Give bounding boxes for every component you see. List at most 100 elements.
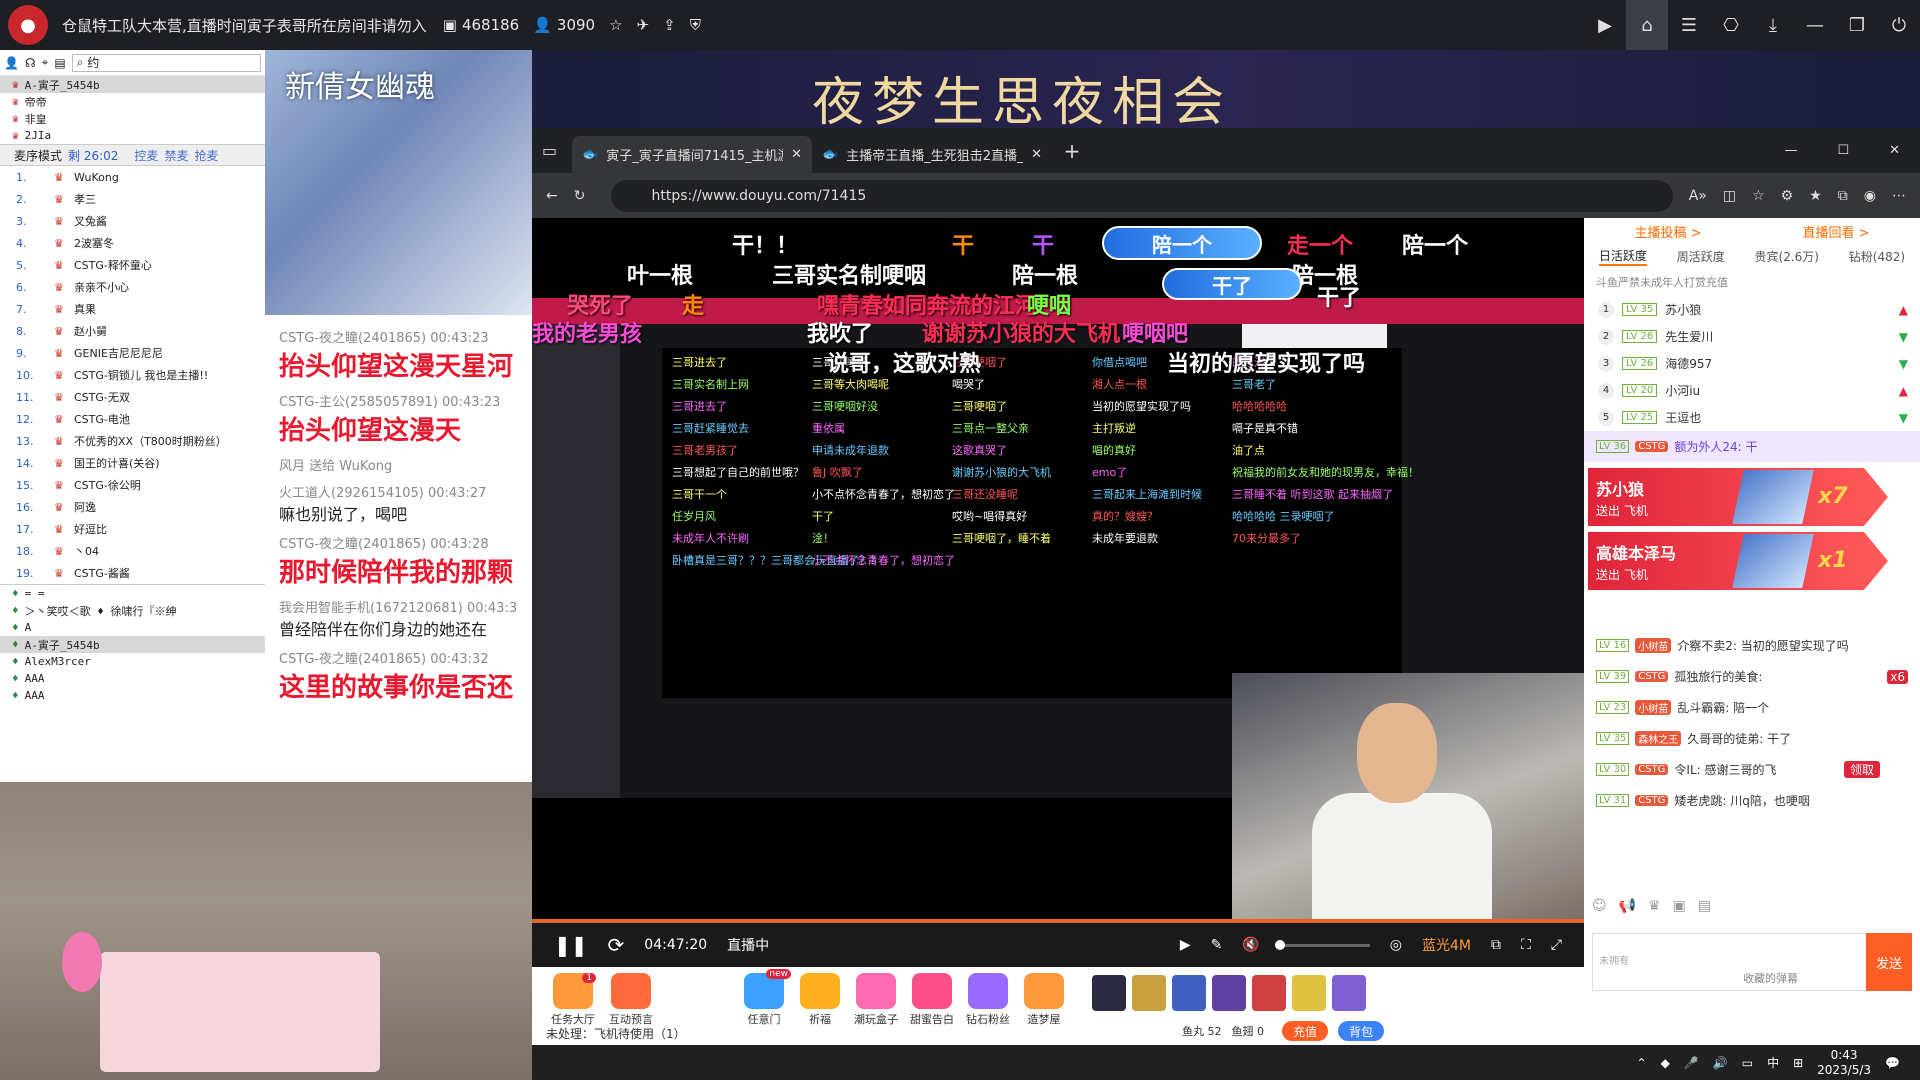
queue-item[interactable]: 14. ♛ 国王的计喜(关谷) <box>0 452 265 474</box>
queue-item[interactable]: 18. ♛ 丶04 <box>0 540 265 562</box>
favorite-icon[interactable]: ☆ <box>1752 188 1765 204</box>
url-input[interactable]: https://www.douyu.com/71415 <box>611 179 1673 212</box>
power-icon[interactable]: ⏻ <box>1878 0 1920 50</box>
charge-button[interactable]: 充值 <box>1282 1021 1328 1041</box>
fullscreen-icon[interactable]: ⤢ <box>1551 937 1562 953</box>
emoji-icon[interactable]: ☺ <box>1592 898 1607 914</box>
crown-icon[interactable]: ♛ <box>1648 898 1661 914</box>
pause-icon[interactable]: ❚❚ <box>554 933 588 957</box>
maximize-icon[interactable]: ☐ <box>1837 143 1849 158</box>
queue-item[interactable]: 9. ♛ GENIE吉尼尼尼尼 <box>0 342 265 364</box>
queue-item[interactable]: 1. ♛ WuKong <box>0 166 265 188</box>
more-icon[interactable]: ⋯ <box>1892 188 1906 204</box>
feed-item[interactable]: LV 30 CSTG 令IL: 感谢三哥的飞 领取 <box>1584 754 1920 785</box>
queue-item[interactable]: 4. ♛ 2波塞冬 <box>0 232 265 254</box>
member-item[interactable]: ♦ AlexM3rcer <box>0 653 265 670</box>
giftbar-left-item[interactable]: 互动预言 <box>604 973 658 1027</box>
queue-item[interactable]: 19. ♛ CSTG-酱酱 <box>0 562 265 584</box>
danmaku-toggle-icon[interactable]: ◎ <box>1390 937 1402 953</box>
tab-douyu-other[interactable]: 🐟 主播帝王直播_生死狙击2直播_斗 ✕ <box>812 136 1052 173</box>
new-tab-icon[interactable]: + <box>1052 139 1092 163</box>
tray-icon[interactable]: ◆ <box>1661 1056 1670 1070</box>
minimize-icon[interactable]: — <box>1784 143 1797 158</box>
queue-item[interactable]: 13. ♛ 不优秀的XX（T800时期粉丝） <box>0 430 265 452</box>
giftbar-left-item[interactable]: 任务大厅 1 <box>546 973 600 1027</box>
extensions-icon[interactable]: ⚙ <box>1781 188 1794 204</box>
feed-item[interactable]: LV 39 CSTG 孤独旅行的美食: x6 <box>1584 661 1920 692</box>
send-button[interactable]: 发送 <box>1866 933 1912 991</box>
queue-item[interactable]: 11. ♛ CSTG-无双 <box>0 386 265 408</box>
chat-meta[interactable]: 风月 送给 WuKong <box>279 455 518 474</box>
member-item[interactable]: ♦ A <box>0 619 265 636</box>
member-item[interactable]: ♦ ＞丶笑哎＜歌 ♦ 徐啸行『※绅 <box>0 602 265 619</box>
tab-diamond[interactable]: 钻粉(482) <box>1849 248 1905 265</box>
chevron-up-icon[interactable]: ⌃ <box>1637 1056 1647 1070</box>
volume-slider[interactable] <box>1274 939 1370 950</box>
grid-icon[interactable]: ⊞ <box>1793 1056 1803 1070</box>
minimize-icon[interactable]: — <box>1794 0 1836 50</box>
feed-item[interactable]: LV 23 小树苗 乱斗霸霸: 陪一个 <box>1584 692 1920 723</box>
star-icon[interactable]: ☆ <box>609 16 622 34</box>
ime-indicator[interactable]: 中 <box>1767 1054 1779 1071</box>
queue-item[interactable]: 17. ♛ 好逗比 <box>0 518 265 540</box>
gift-item[interactable] <box>1212 975 1246 1011</box>
chat-meta[interactable]: 我会用智能手机(1672120681) 00:43:3 <box>279 597 518 616</box>
queue-item[interactable]: 7. ♛ 真果 <box>0 298 265 320</box>
search-input[interactable]: ⌕ 约 <box>71 53 261 72</box>
shield-icon[interactable]: ⛨ <box>690 16 701 34</box>
refresh-icon[interactable]: ⟳ <box>608 933 625 957</box>
bag-button[interactable]: 背包 <box>1338 1021 1384 1041</box>
mode-label[interactable]: 麦序模式 <box>14 147 62 164</box>
megaphone-icon[interactable]: 📢 <box>1619 898 1636 914</box>
card-icon[interactable]: ▤ <box>1698 898 1711 914</box>
reload-icon[interactable]: ↻ <box>574 188 586 204</box>
gift-item[interactable] <box>1092 975 1126 1011</box>
restore-icon[interactable]: ❐ <box>1836 0 1878 50</box>
record-icon[interactable]: ▶ <box>1180 937 1191 953</box>
queue-item[interactable]: 5. ♛ CSTG-释怀童心 <box>0 254 265 276</box>
activity-item[interactable]: 潮玩盒子 <box>849 973 903 1027</box>
badge-icon[interactable]: ▣ <box>1673 898 1686 914</box>
rank-item[interactable]: 2 LV 26 先生爱川 ▼ <box>1584 323 1920 350</box>
network-icon[interactable]: ▭ <box>1742 1056 1753 1070</box>
quality-select[interactable]: 蓝光4M <box>1422 935 1471 955</box>
read-aloud-icon[interactable]: A» <box>1689 188 1707 204</box>
favorites-icon[interactable]: ★ <box>1809 188 1822 204</box>
chat-meta[interactable]: CSTG-主公(2585057891) 00:43:23 <box>279 391 518 410</box>
mic-control-link[interactable]: 控麦 <box>134 147 158 164</box>
rank-item[interactable]: 3 LV 26 海德957 ▼ <box>1584 350 1920 377</box>
collected-danmaku[interactable]: 收藏的弹幕 <box>1743 970 1798 986</box>
gift-item[interactable] <box>1132 975 1166 1011</box>
activity-item[interactable]: 甜蜜告白 <box>905 973 959 1027</box>
chat-meta[interactable]: 火工道人(2926154105) 00:43:27 <box>279 482 518 501</box>
feed-item[interactable]: LV 16 小树苗 介察不卖2: 当初的愿望实现了吗 <box>1584 630 1920 661</box>
rank-item[interactable]: 5 LV 25 王逗也 ▼ <box>1584 404 1920 431</box>
queue-item[interactable]: 16. ♛ 阿逸 <box>0 496 265 518</box>
feed-item[interactable]: LV 31 CSTG 矮老虎跳: 川q陪，也哽咽 <box>1584 785 1920 816</box>
member-item[interactable]: ♦ AAA <box>0 687 265 704</box>
tab-weekly[interactable]: 周活跃度 <box>1677 248 1725 265</box>
mic-ban-link[interactable]: 禁麦 <box>164 147 188 164</box>
rank-item[interactable]: 4 LV 20 小河iu ▲ <box>1584 377 1920 404</box>
mic-grab-link[interactable]: 抢麦 <box>194 147 218 164</box>
clock[interactable]: 0:43 2023/5/3 <box>1817 1048 1871 1078</box>
gamepad-icon[interactable]: ⎔ <box>1710 0 1752 50</box>
queue-item[interactable]: 2. ♛ 孝三 <box>0 188 265 210</box>
close-icon[interactable]: ✕ <box>791 147 802 162</box>
list-icon[interactable]: ☰ <box>1668 0 1710 50</box>
member-item[interactable]: ♦ AAA <box>0 670 265 687</box>
download-icon[interactable]: ⤓ <box>1752 0 1794 50</box>
collections-icon[interactable]: ⧉ <box>1838 188 1848 204</box>
seat-item[interactable]: ♛ A-寅子_5454b <box>0 76 265 93</box>
gift-item[interactable] <box>1332 975 1366 1011</box>
queue-item[interactable]: 12. ♛ CSTG-电池 <box>0 408 265 430</box>
plane-icon[interactable]: ✈ <box>637 16 650 34</box>
chat-meta[interactable]: CSTG-夜之瞳(2401865) 00:43:32 <box>279 648 518 667</box>
member-item[interactable]: ♦ A-寅子_5454b <box>0 636 265 653</box>
close-icon[interactable]: ✕ <box>1889 143 1900 158</box>
home-icon[interactable]: ⌂ <box>1626 0 1668 50</box>
mute-icon[interactable]: 🔇 <box>1242 937 1259 953</box>
tab-actions-icon[interactable]: ▭ <box>542 141 572 160</box>
edit-icon[interactable]: ✎ <box>1211 937 1223 953</box>
anchor-post-link[interactable]: 主播投稿 > <box>1634 222 1701 241</box>
